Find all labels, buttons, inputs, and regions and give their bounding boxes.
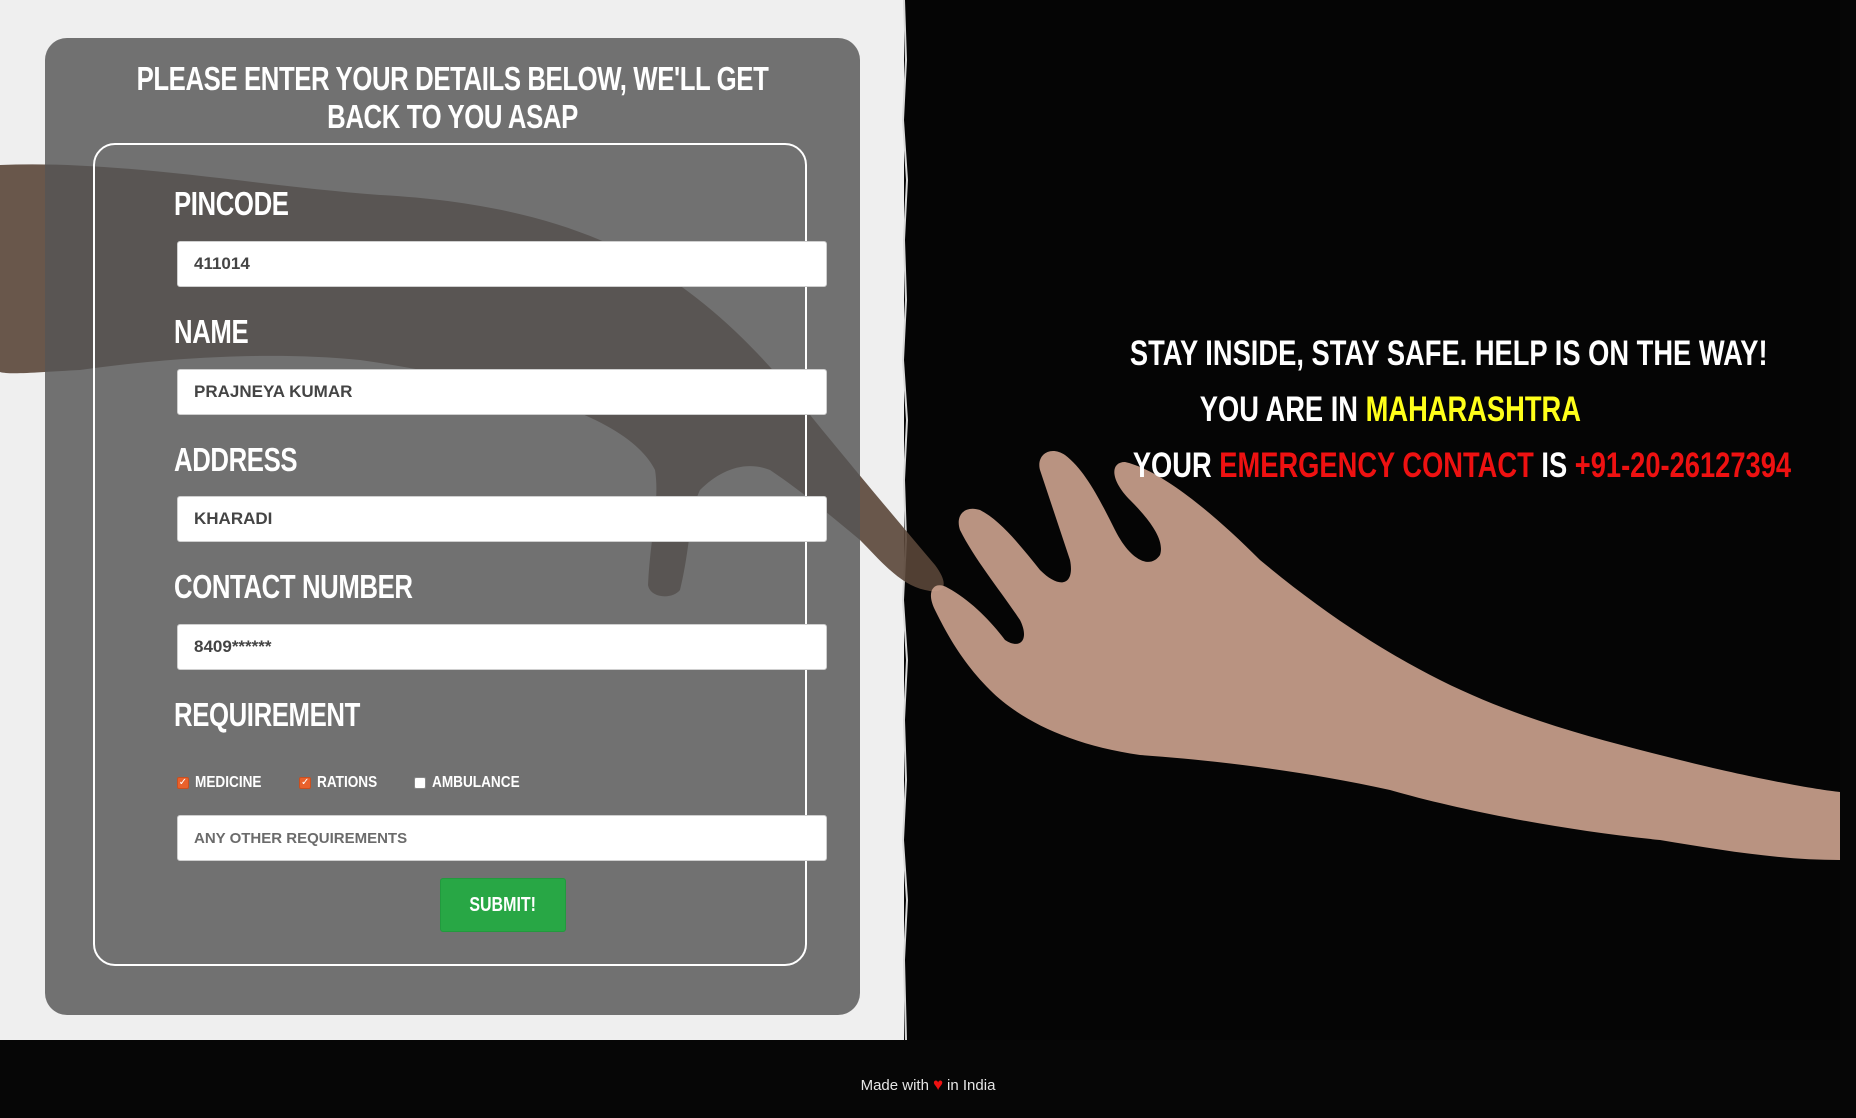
requirement-checkboxes: ✓ Medicine ✓ Rations Ambulance: [177, 772, 561, 794]
footer-made-with: Made with: [860, 1076, 929, 1094]
ambulance-checkbox[interactable]: [414, 777, 427, 789]
stay-safe-message: Stay inside, stay safe. Help is on the w…: [1040, 334, 1768, 374]
location-line: You are in Maharashtra: [1199, 390, 1580, 430]
medicine-option[interactable]: ✓ Medicine: [177, 774, 273, 792]
form-title: Please enter your details below, we'll g…: [136, 60, 769, 135]
rations-label: Rations: [317, 774, 378, 791]
footer: Made with ♥ in India: [0, 1040, 1856, 1118]
emergency-contact-label: Emergency Contact: [1219, 446, 1534, 485]
emergency-prefix: Your: [1132, 446, 1212, 485]
medicine-label: Medicine: [195, 774, 262, 791]
address-input[interactable]: [177, 496, 827, 542]
pincode-input[interactable]: [177, 241, 827, 287]
ambulance-label: Ambulance: [432, 774, 520, 791]
requirement-label: Requirement: [174, 696, 360, 733]
state-name: Maharashtra: [1365, 390, 1581, 429]
rations-checkbox[interactable]: ✓: [299, 777, 312, 789]
rations-option[interactable]: ✓ Rations: [299, 774, 388, 792]
emergency-is-word: is: [1541, 446, 1568, 485]
address-label: Address: [174, 441, 298, 478]
pincode-label: Pincode: [174, 185, 289, 222]
other-requirements-input[interactable]: [177, 815, 827, 861]
stay-safe-text: Stay inside, stay safe. Help is on the w…: [1129, 334, 1768, 373]
location-prefix: You are in: [1199, 390, 1358, 429]
emergency-line: Your Emergency Contact is +91-20-2612739…: [1133, 446, 1791, 486]
name-input[interactable]: [177, 369, 827, 415]
contact-number-input[interactable]: [177, 624, 827, 670]
footer-in-india: in India: [947, 1076, 996, 1094]
details-form-card: Please enter your details below, we'll g…: [45, 38, 860, 1015]
name-label: Name: [174, 313, 249, 350]
emergency-phone: +91-20-26127394: [1574, 446, 1792, 485]
submit-button[interactable]: Submit!: [440, 878, 566, 932]
contact-number-label: Contact Number: [174, 568, 413, 605]
light-hand-shape: [930, 450, 1840, 860]
emergency-contact-message: Your Emergency Contact is +91-20-2612739…: [1040, 446, 1791, 486]
medicine-checkbox[interactable]: ✓: [177, 777, 189, 789]
location-message: You are in Maharashtra: [1040, 390, 1740, 430]
ambulance-option[interactable]: Ambulance: [414, 774, 535, 792]
hero-section: Please enter your details below, we'll g…: [0, 0, 1840, 1040]
form-inner-box: Pincode Name Address Contact Number Requ…: [93, 143, 827, 966]
submit-label: Submit!: [469, 893, 537, 916]
heart-icon: ♥: [932, 1075, 944, 1094]
